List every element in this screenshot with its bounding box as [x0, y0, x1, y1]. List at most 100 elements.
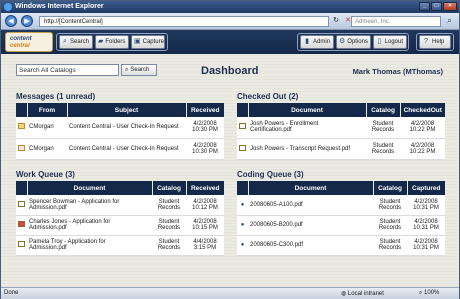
- document-name[interactable]: 20080605-B200.pdf: [248, 215, 373, 236]
- person-icon: ●: [240, 201, 245, 208]
- browser-search-icon[interactable]: ⌕: [444, 16, 455, 27]
- icon-column-header: [16, 103, 27, 117]
- message-time: 10:30 PM: [192, 127, 218, 134]
- column-header[interactable]: Document: [247, 103, 366, 117]
- catalog-search-input[interactable]: Search All Catalogs: [16, 64, 119, 76]
- column-header[interactable]: Captured: [406, 181, 445, 195]
- message-subject[interactable]: Content Central - User Check-In Request: [67, 117, 186, 139]
- message-subject[interactable]: Content Central - User Check-In Request: [67, 138, 186, 160]
- column-header[interactable]: Document: [247, 181, 373, 195]
- catalog-name-cont: Records: [378, 225, 402, 231]
- table-row[interactable]: Pamela Troy - Application for Admission.p…: [16, 235, 224, 256]
- admin-label: Admin: [312, 39, 330, 45]
- table-row[interactable]: Spencer Bowman - Application for Admissio…: [16, 195, 224, 216]
- received-time: 3:15 PM: [193, 245, 217, 251]
- message-from: CMorgan: [27, 117, 67, 139]
- received-date: 4/2/2008: [193, 198, 217, 205]
- checked-out-panel: Checked Out (2) Document Catalog Checked…: [237, 92, 445, 160]
- browser-window: Windows Internet Explorer _ □ × ◀ ▶ http…: [0, 0, 460, 299]
- column-header[interactable]: CheckedOut: [399, 103, 445, 117]
- catalog-name-cont: Records: [157, 204, 181, 211]
- gear-icon: ⚙: [339, 38, 346, 45]
- catalog-name-cont: Records: [371, 148, 395, 155]
- checked-out-title: Checked Out (2): [237, 92, 299, 101]
- icon-column-header: [16, 181, 27, 195]
- column-header[interactable]: Catalog: [365, 103, 400, 117]
- checkout-time: 10:22 PM: [409, 127, 436, 134]
- admin-button[interactable]: ▮ Admin: [300, 35, 334, 49]
- captured-date: 4/2/2008: [414, 198, 438, 205]
- person-icon: ●: [240, 222, 245, 228]
- options-button[interactable]: ⚙ Options: [336, 35, 371, 49]
- address-toolbar: ◀ ▶ http://[ContentCentral] ↻ ✕ Admeen, …: [1, 13, 459, 30]
- folder-icon: ▰: [98, 38, 104, 45]
- document-name[interactable]: Josh Powers - Transcript Request.pdf: [248, 138, 366, 160]
- document-name[interactable]: 20080605-C300.pdf: [248, 235, 373, 256]
- logout-button[interactable]: ▯ Logout: [373, 35, 407, 49]
- logout-label: Logout: [384, 39, 403, 45]
- coding-queue-panel: Coding Queue (3) Document Catalog Captur…: [237, 170, 445, 256]
- work-queue-panel: Work Queue (3) Document Catalog Received…: [16, 170, 224, 256]
- status-bar: Done ◍ Local intranet ⌕ 100%: [1, 287, 459, 299]
- column-header[interactable]: Catalog: [372, 181, 407, 195]
- table-row[interactable]: ● 20080605-A100.pdf Student Records 4/2/2…: [237, 195, 445, 216]
- back-button[interactable]: ◀: [5, 15, 17, 27]
- nav-capture-button[interactable]: ▣ Capture: [131, 35, 165, 49]
- person-icon: ●: [240, 242, 245, 248]
- logo-line1: content: [10, 36, 32, 42]
- table-row[interactable]: Josh Powers - Transcript Request.pdf Stu…: [237, 138, 445, 160]
- received-time: 10:12 PM: [192, 204, 218, 211]
- envelope-icon: [18, 123, 25, 130]
- column-header[interactable]: Received: [185, 103, 224, 117]
- status-text: Done: [4, 290, 19, 296]
- logout-icon: ▯: [377, 38, 382, 45]
- messages-panel: Messages (1 unread) From Subject Receive…: [16, 92, 224, 160]
- maximize-button[interactable]: □: [431, 2, 442, 11]
- minimize-button[interactable]: _: [419, 2, 430, 11]
- catalog-search-button[interactable]: ⌕ Search: [121, 64, 157, 76]
- window-title: Windows Internet Explorer: [15, 3, 104, 10]
- messages-title: Messages (1 unread): [16, 92, 96, 101]
- address-field[interactable]: http://[ContentCentral]: [39, 16, 329, 27]
- column-header[interactable]: Catalog: [151, 181, 186, 195]
- work-queue-table: Document Catalog Received Spencer Bowman…: [16, 181, 224, 256]
- help-icon: ?: [424, 38, 428, 45]
- admin-icon: ▮: [305, 38, 309, 45]
- catalog-search-label: Search: [130, 67, 150, 73]
- globe-icon: ◍: [341, 291, 348, 297]
- address-text: http://[ContentCentral]: [44, 19, 103, 25]
- table-row[interactable]: Josh Powers - Enrollment Certification.pd…: [237, 117, 445, 139]
- column-header[interactable]: From: [26, 103, 67, 117]
- table-row[interactable]: Charles Jones - Application for Admission…: [16, 215, 224, 236]
- table-row[interactable]: ● 20080605-C300.pdf Student Records 4/2/2…: [237, 235, 445, 256]
- help-label: Help: [432, 39, 445, 45]
- nav-search-button[interactable]: ⌕ Search: [59, 35, 93, 49]
- close-button[interactable]: ×: [443, 2, 457, 11]
- catalog-name-cont: Records: [157, 245, 181, 251]
- forward-button[interactable]: ▶: [21, 15, 33, 27]
- zoom-level[interactable]: ⌕ 100%: [419, 290, 439, 297]
- nav-search-label: Search: [69, 39, 89, 45]
- column-header[interactable]: Subject: [66, 103, 186, 117]
- catalog-name-cont: Records: [157, 225, 181, 231]
- ie-logo-icon: [4, 3, 12, 11]
- browser-search-input[interactable]: Admeen, Inc.: [351, 16, 441, 27]
- table-row[interactable]: CMorgan Content Central - User Check-In …: [16, 117, 224, 139]
- captured-time: 10:31 PM: [413, 245, 439, 251]
- document-icon: [18, 200, 25, 207]
- help-button[interactable]: ? Help: [419, 35, 451, 49]
- document-flag-icon: [18, 221, 25, 227]
- content-central-logo[interactable]: content central: [5, 32, 53, 52]
- page-title: Dashboard: [201, 65, 259, 77]
- table-row[interactable]: ● 20080605-B200.pdf Student Records 4/2/2…: [237, 215, 445, 236]
- message-date: 4/2/2008: [193, 142, 217, 149]
- table-row[interactable]: CMorgan Content Central - User Check-In …: [16, 138, 224, 160]
- coding-queue-title: Coding Queue (3): [237, 170, 304, 179]
- security-zone[interactable]: ◍ Local intranet: [341, 290, 384, 297]
- document-name-cont: Admission.pdf: [29, 245, 67, 251]
- document-name[interactable]: 20080605-A100.pdf: [248, 195, 373, 216]
- column-header[interactable]: Document: [26, 181, 152, 195]
- column-header[interactable]: Received: [185, 181, 224, 195]
- nav-folders-button[interactable]: ▰ Folders: [95, 35, 129, 49]
- refresh-icon[interactable]: ↻: [331, 16, 341, 26]
